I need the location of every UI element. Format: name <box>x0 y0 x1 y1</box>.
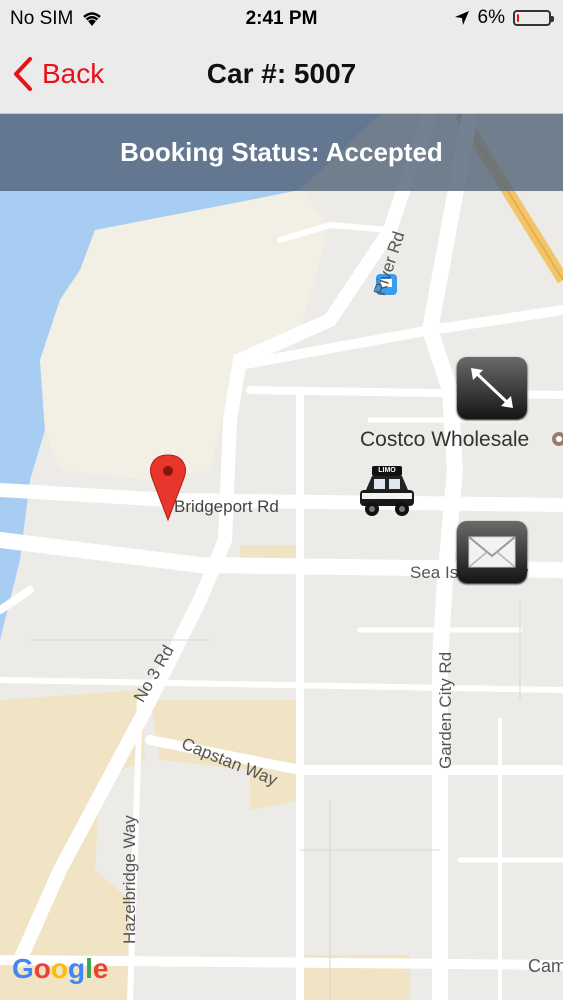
map-view[interactable]: River Rd Bridgeport Rd Sea Island Way No… <box>0 114 563 1000</box>
map-label-hazelbridge-way: Hazelbridge Way <box>120 815 139 944</box>
battery-icon <box>513 10 554 26</box>
fit-route-button[interactable] <box>457 357 527 419</box>
map-label-costco: Costco Wholesale <box>360 428 530 451</box>
map-label-cam: Cam <box>528 956 563 976</box>
map-label-bridgeport-rd: Bridgeport Rd <box>174 497 279 516</box>
google-logo: Google <box>12 953 109 984</box>
status-bar: No SIM 2:41 PM 6% <box>0 0 563 36</box>
message-button[interactable] <box>457 521 527 583</box>
limo-car-icon[interactable]: LIMO <box>358 464 416 520</box>
booking-status-banner: Booking Status: Accepted <box>0 114 563 191</box>
limo-badge: LIMO <box>378 467 396 474</box>
map-label-garden-city-rd: Garden City Rd <box>436 651 455 769</box>
navigation-bar: Back Car #: 5007 <box>0 36 563 114</box>
envelope-icon <box>468 536 516 568</box>
battery-percent: 6% <box>477 7 505 28</box>
page-title: Car #: 5007 <box>206 58 357 89</box>
booking-status-text: Booking Status: Accepted <box>120 137 443 167</box>
location-arrow-icon <box>454 11 469 25</box>
diagonal-arrows-icon <box>471 368 513 408</box>
